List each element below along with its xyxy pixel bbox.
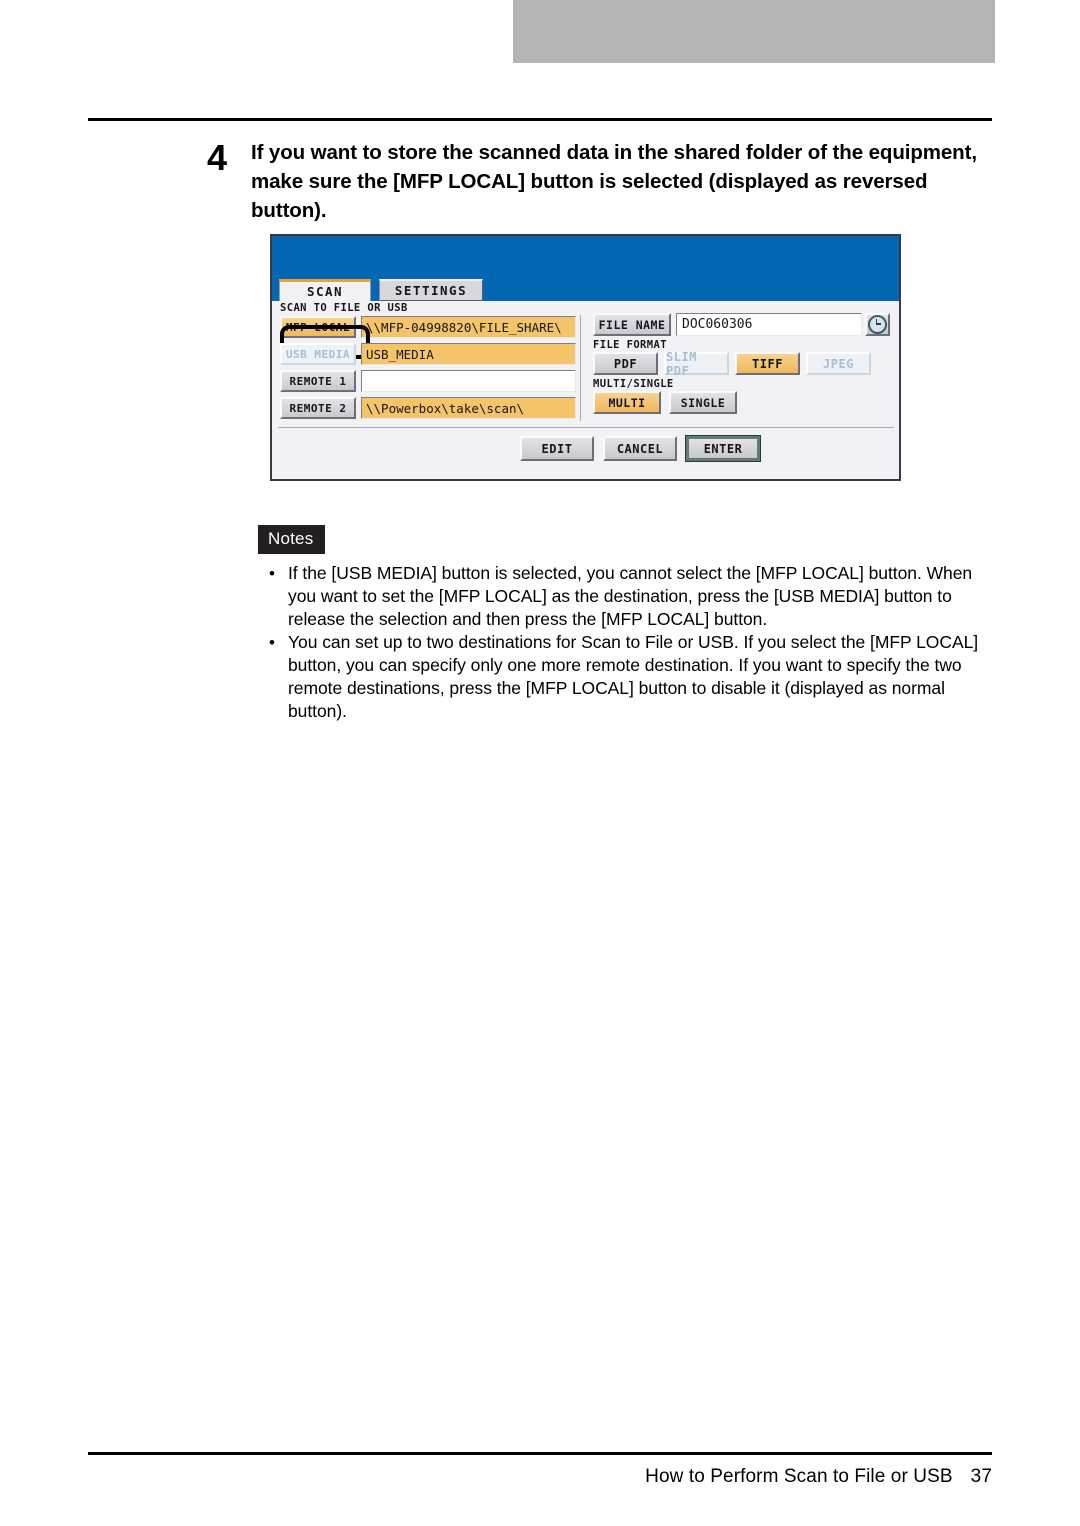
clock-icon-button[interactable] — [865, 313, 890, 336]
header-gray-band — [513, 0, 995, 63]
usb-media-path-value: USB_MEDIA — [366, 346, 434, 362]
tab-bar: SCAN SETTINGS — [272, 279, 483, 301]
clock-icon — [868, 315, 887, 334]
remote-1-button[interactable]: REMOTE 1 — [280, 370, 356, 392]
tab-scan[interactable]: SCAN — [279, 279, 371, 301]
action-button-group: EDIT CANCEL ENTER — [520, 436, 760, 461]
remote-2-button-label: REMOTE 2 — [289, 401, 347, 415]
mfp-local-button[interactable]: MFP LOCAL — [280, 316, 356, 338]
mfp-local-path-value: \\MFP-04998820\FILE_SHARE\ — [366, 319, 562, 335]
edit-button[interactable]: EDIT — [520, 436, 594, 461]
tab-settings-label: SETTINGS — [394, 283, 468, 298]
step-number: 4 — [207, 137, 228, 178]
file-name-button[interactable]: FILE NAME — [593, 313, 671, 336]
format-slim-pdf-label: SLIM PDF — [666, 349, 697, 378]
cancel-button-label: CANCEL — [616, 441, 664, 456]
panel-body: SCAN TO FILE OR USB MFP LOCAL \\MFP-0499… — [272, 301, 899, 479]
note-item-text: You can set up to two destinations for S… — [288, 632, 979, 721]
usb-media-button[interactable]: USB MEDIA — [280, 343, 356, 365]
panel-horizontal-divider — [278, 427, 894, 428]
enter-button-label: ENTER — [703, 441, 743, 456]
file-format-caption: FILE FORMAT — [593, 339, 667, 351]
single-button-label: SINGLE — [680, 395, 726, 410]
scan-to-caption: SCAN TO FILE OR USB — [280, 302, 408, 314]
format-jpeg-button[interactable]: JPEG — [806, 352, 871, 375]
notes-badge: Notes — [258, 525, 326, 554]
format-tiff-label: TIFF — [752, 356, 783, 371]
remote-2-button[interactable]: REMOTE 2 — [280, 397, 356, 419]
file-format-button-group: PDF SLIM PDF TIFF JPEG — [593, 349, 871, 378]
cancel-button[interactable]: CANCEL — [603, 436, 677, 461]
edit-button-label: EDIT — [541, 441, 573, 456]
device-screen-panel: SCAN SETTINGS SCAN TO FILE OR USB MFP LO… — [270, 234, 901, 481]
format-pdf-label: PDF — [613, 356, 638, 371]
multi-single-button-group: MULTI SINGLE — [593, 391, 737, 414]
remote-2-path-field[interactable]: \\Powerbox\take\scan\ — [361, 397, 576, 419]
panel-header-blue: SCAN SETTINGS — [272, 236, 899, 301]
format-slim-pdf-button[interactable]: SLIM PDF — [664, 349, 729, 378]
usb-media-button-label: USB MEDIA — [285, 347, 351, 361]
tab-settings[interactable]: SETTINGS — [379, 279, 483, 301]
enter-button[interactable]: ENTER — [686, 436, 760, 461]
remote-2-path-value: \\Powerbox\take\scan\ — [366, 400, 525, 416]
footer: How to Perform Scan to File or USB 37 — [88, 1466, 992, 1488]
single-button[interactable]: SINGLE — [669, 391, 737, 414]
note-bullet-icon: • — [269, 564, 275, 583]
format-tiff-button[interactable]: TIFF — [735, 352, 800, 375]
file-name-button-label: FILE NAME — [598, 317, 666, 332]
usb-media-path-field[interactable]: USB_MEDIA — [361, 343, 576, 365]
file-name-input[interactable]: DOC060306 — [676, 313, 862, 336]
mfp-local-path-field[interactable]: \\MFP-04998820\FILE_SHARE\ — [361, 316, 576, 338]
note-item: • You can set up to two destinations for… — [258, 631, 998, 723]
panel-vertical-divider — [580, 315, 581, 421]
tab-scan-label: SCAN — [306, 284, 344, 299]
multi-button-label: MULTI — [608, 395, 646, 410]
format-pdf-button[interactable]: PDF — [593, 352, 658, 375]
remote-1-button-label: REMOTE 1 — [289, 374, 347, 388]
step-heading: 4 If you want to store the scanned data … — [207, 138, 997, 225]
remote-1-path-field[interactable] — [361, 370, 576, 392]
multi-single-caption: MULTI/SINGLE — [593, 378, 674, 390]
notes-list: • If the [USB MEDIA] button is selected,… — [258, 562, 998, 723]
step-text: If you want to store the scanned data in… — [251, 141, 977, 222]
footer-rule — [88, 1452, 992, 1455]
note-bullet-icon: • — [269, 633, 275, 652]
file-name-value: DOC060306 — [682, 317, 753, 332]
format-jpeg-label: JPEG — [823, 356, 854, 371]
mfp-local-button-label: MFP LOCAL — [285, 320, 351, 334]
header-rule — [88, 118, 992, 121]
multi-button[interactable]: MULTI — [593, 391, 661, 414]
note-item: • If the [USB MEDIA] button is selected,… — [258, 562, 998, 631]
page-number: 37 — [970, 1466, 992, 1487]
note-item-text: If the [USB MEDIA] button is selected, y… — [288, 563, 973, 629]
footer-title: How to Perform Scan to File or USB — [645, 1466, 953, 1487]
